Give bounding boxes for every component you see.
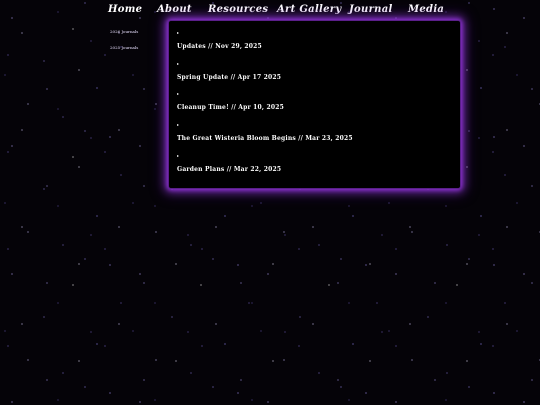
nav-link-media[interactable]: Media (408, 4, 444, 15)
journal-entry-title[interactable]: The Great Wisteria Bloom Begins // Mar 2… (177, 135, 353, 143)
journal-entry-title[interactable]: Cleanup Time! // Apr 10, 2025 (177, 104, 284, 112)
sidebar-item-2026-journals[interactable]: 2026 Journals (110, 29, 160, 34)
journal-year-sidebar: 2026 Journals 2025 Journals (110, 28, 160, 50)
nav-link-journal[interactable]: Journal (349, 4, 393, 15)
expand-triangle-icon[interactable]: ▸ (177, 122, 353, 127)
journal-entry: ▸ Cleanup Time! // Apr 10, 2025 (177, 91, 284, 112)
journal-entry: ▸ The Great Wisteria Bloom Begins // Mar… (177, 122, 353, 143)
nav-link-about[interactable]: About (157, 4, 192, 15)
nav-link-home[interactable]: Home (108, 4, 142, 15)
expand-triangle-icon[interactable]: ▸ (177, 61, 281, 66)
journal-entry: ▸ Spring Update // Apr 17 2025 (177, 61, 281, 82)
journal-entry: ▸ Garden Plans // Mar 22, 2025 (177, 153, 281, 174)
sidebar-item-2025-journals[interactable]: 2025 Journals (110, 45, 160, 50)
expand-triangle-icon[interactable]: ▸ (177, 91, 284, 96)
page: { "nav": { "home": "Home", "about": "Abo… (0, 0, 540, 405)
expand-triangle-icon[interactable]: ▸ (177, 153, 281, 158)
journal-entry-title[interactable]: Garden Plans // Mar 22, 2025 (177, 166, 281, 174)
nav-link-resources[interactable]: Resources (208, 4, 268, 15)
expand-triangle-icon[interactable]: ▸ (177, 30, 262, 35)
journal-entry: ▸ Updates // Nov 29, 2025 (177, 30, 262, 51)
top-navigation: Home About Resources Art Gallery Journal… (0, 4, 540, 20)
journal-entry-title[interactable]: Updates // Nov 29, 2025 (177, 43, 262, 51)
nav-link-art-gallery[interactable]: Art Gallery (277, 4, 342, 15)
journal-entry-title[interactable]: Spring Update // Apr 17 2025 (177, 74, 281, 82)
journal-entries-panel: ▸ Updates // Nov 29, 2025 ▸ Spring Updat… (169, 21, 460, 188)
